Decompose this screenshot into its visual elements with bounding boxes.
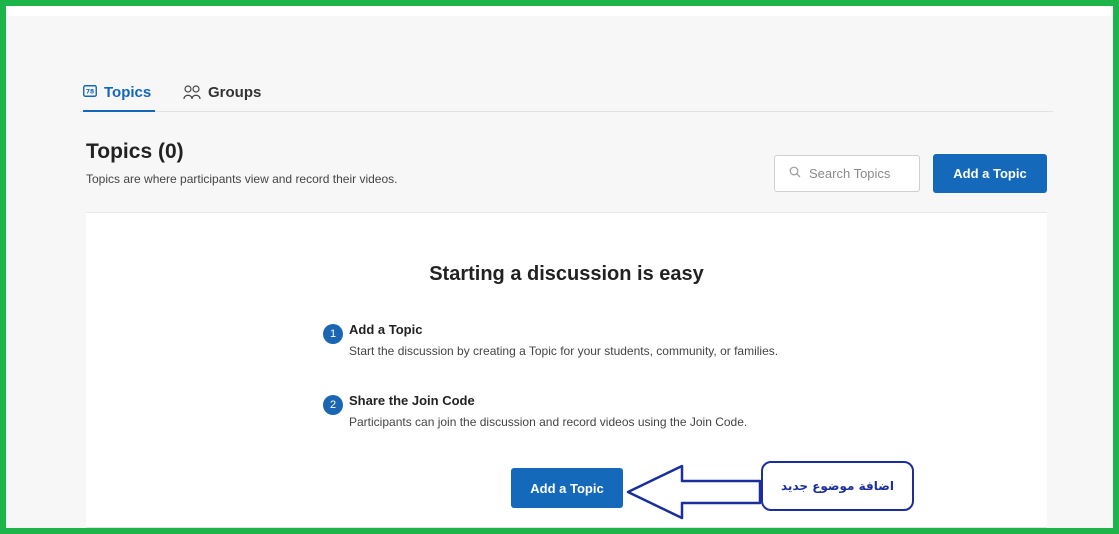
screenshot-frame: 78 Topics Groups Topics (0) Topics are w… <box>0 0 1119 534</box>
tab-groups-label: Groups <box>208 84 262 101</box>
search-box[interactable] <box>774 155 920 192</box>
topic-icon: 78 <box>83 85 97 97</box>
search-icon <box>789 165 801 183</box>
tab-topics[interactable]: 78 Topics <box>83 78 155 112</box>
step-description: Participants can join the discussion and… <box>349 415 748 429</box>
page-subtitle: Topics are where participants view and r… <box>86 172 398 186</box>
search-input[interactable] <box>809 166 914 181</box>
groups-icon <box>183 85 201 101</box>
add-topic-button[interactable]: Add a Topic <box>933 154 1047 193</box>
svg-text:78: 78 <box>86 89 94 96</box>
top-strip <box>6 6 1113 16</box>
empty-state-title: Starting a discussion is easy <box>429 263 704 285</box>
add-topic-center-button[interactable]: Add a Topic <box>511 468 623 508</box>
step-number-badge: 2 <box>323 395 343 415</box>
step-title: Share the Join Code <box>349 393 475 408</box>
step-number-badge: 1 <box>323 324 343 344</box>
tab-groups[interactable]: Groups <box>183 78 261 112</box>
step-title: Add a Topic <box>349 322 423 337</box>
annotation-callout: اضافة موضوع جديد <box>761 461 914 511</box>
tab-topics-label: Topics <box>104 84 152 101</box>
step-description: Start the discussion by creating a Topic… <box>349 344 779 358</box>
tab-bar: 78 Topics Groups <box>80 78 1053 112</box>
page-title: Topics (0) <box>86 140 184 163</box>
annotation-arrow-icon <box>626 464 762 520</box>
